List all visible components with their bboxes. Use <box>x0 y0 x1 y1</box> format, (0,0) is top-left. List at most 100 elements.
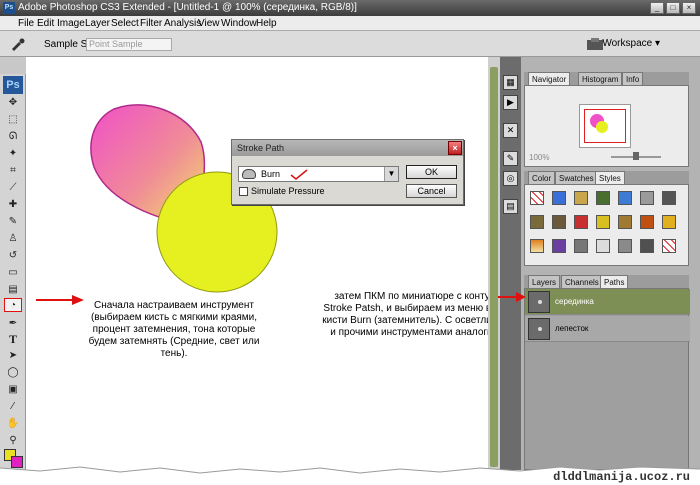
bridge-icon[interactable] <box>586 37 604 51</box>
navigator-view-box[interactable] <box>584 109 626 143</box>
path-thumbnail[interactable] <box>528 291 550 313</box>
menu-layer[interactable]: Layer <box>85 17 110 30</box>
tool-presets-icon[interactable]: ✕ <box>503 123 518 138</box>
document-canvas[interactable]: Сначала настраиваем инструмент (выбираем… <box>26 57 520 470</box>
sample-size-select[interactable]: Point Sample <box>86 38 172 51</box>
style-swatch[interactable] <box>530 239 544 253</box>
maximize-button[interactable]: □ <box>666 2 680 14</box>
navigator-zoom[interactable]: 100% <box>529 153 549 162</box>
style-swatch[interactable] <box>574 191 588 205</box>
menu-filter[interactable]: Filter <box>140 17 162 30</box>
crop-tool-icon[interactable]: ⌗ <box>6 164 20 178</box>
menu-analysis[interactable]: Analysis <box>164 17 201 30</box>
slice-tool-icon[interactable]: ⟋ <box>6 181 20 195</box>
notes-tool-icon[interactable]: ▣ <box>6 383 20 397</box>
tab-color[interactable]: Color <box>528 171 556 184</box>
history-panel-icon[interactable]: ▦ <box>503 75 518 90</box>
vertical-scrollbar[interactable] <box>488 57 500 470</box>
ok-button[interactable]: OK <box>406 165 457 179</box>
tab-swatches[interactable]: Swatches <box>555 171 598 184</box>
menu-window[interactable]: Window <box>221 17 257 30</box>
style-swatch[interactable] <box>640 239 654 253</box>
style-swatch[interactable] <box>530 191 544 205</box>
style-swatch[interactable] <box>574 239 588 253</box>
navigator-thumbnail[interactable] <box>579 104 631 148</box>
workspace-button[interactable]: Workspace ▾ <box>602 38 660 49</box>
hand-tool-icon[interactable]: ✋ <box>6 417 20 431</box>
tab-info[interactable]: Info <box>622 72 644 85</box>
eyedropper-tool-icon[interactable]: ⁄ <box>6 400 20 414</box>
type-tool-icon[interactable]: T <box>6 332 20 346</box>
tab-styles[interactable]: Styles <box>595 171 625 184</box>
brushes-panel-icon[interactable]: ✎ <box>503 151 518 166</box>
style-swatch[interactable] <box>618 191 632 205</box>
menu-view[interactable]: View <box>198 17 220 30</box>
path-select-tool-icon[interactable]: ➤ <box>6 349 20 363</box>
style-swatch[interactable] <box>530 215 544 229</box>
path-row[interactable]: лепесток <box>525 316 690 342</box>
clone-source-icon[interactable]: ◎ <box>503 171 518 186</box>
photoshop-window: Ps Adobe Photoshop CS3 Extended - [Untit… <box>0 0 700 470</box>
shape-tool-icon[interactable]: ◯ <box>6 366 20 380</box>
style-swatch[interactable] <box>640 191 654 205</box>
actions-panel-icon[interactable]: ▶ <box>503 95 518 110</box>
burn-tool-icon[interactable]: ◔ <box>4 298 22 312</box>
stamp-tool-icon[interactable]: ♙ <box>6 232 20 246</box>
gradient-tool-icon[interactable]: ▤ <box>6 283 20 297</box>
style-swatch[interactable] <box>662 191 676 205</box>
magic-wand-tool-icon[interactable]: ✦ <box>6 147 20 161</box>
path-row-selected[interactable]: серединка <box>525 289 690 315</box>
brush-tool-icon[interactable]: ✎ <box>6 215 20 229</box>
menu-select[interactable]: Select <box>111 17 139 30</box>
burn-icon <box>242 169 256 179</box>
cancel-button[interactable]: Cancel <box>406 184 457 198</box>
eraser-tool-icon[interactable]: ▭ <box>6 266 20 280</box>
menu-bar: File Edit Image Layer Select Filter Anal… <box>0 16 700 31</box>
history-brush-tool-icon[interactable]: ↺ <box>6 249 20 263</box>
style-swatch[interactable] <box>596 191 610 205</box>
ps-logo: Ps <box>3 76 23 94</box>
navigator-panel: 100% <box>524 85 689 167</box>
style-swatch[interactable] <box>618 239 632 253</box>
simulate-pressure-checkbox[interactable] <box>239 187 248 196</box>
style-swatch[interactable] <box>662 215 676 229</box>
style-swatch[interactable] <box>596 215 610 229</box>
move-tool-icon[interactable]: ✥ <box>6 96 20 110</box>
dialog-close-button[interactable]: × <box>448 141 462 155</box>
eyedropper-icon[interactable] <box>10 37 26 51</box>
style-swatch[interactable] <box>552 239 566 253</box>
zoom-slider-thumb[interactable] <box>633 152 639 160</box>
close-button[interactable]: × <box>682 2 696 14</box>
checkmark-icon <box>290 169 308 181</box>
healing-tool-icon[interactable]: ✚ <box>6 198 20 212</box>
simulate-pressure-label: Simulate Pressure <box>251 186 325 196</box>
menu-edit[interactable]: Edit <box>37 17 54 30</box>
zoom-tool-icon[interactable]: ⚲ <box>6 434 20 448</box>
style-swatch[interactable] <box>574 215 588 229</box>
tool-select[interactable]: Burn ▼ <box>238 166 399 182</box>
style-swatch[interactable] <box>640 215 654 229</box>
menu-image[interactable]: Image <box>57 17 85 30</box>
paths-tabs: Layers Channels Paths <box>524 275 689 288</box>
tab-paths[interactable]: Paths <box>600 275 629 288</box>
pen-tool-icon[interactable]: ✒ <box>6 317 20 331</box>
chevron-down-icon[interactable]: ▼ <box>384 167 398 181</box>
menu-file[interactable]: File <box>18 17 34 30</box>
style-swatch[interactable] <box>552 215 566 229</box>
path-thumbnail[interactable] <box>528 318 550 340</box>
style-swatch[interactable] <box>552 191 566 205</box>
paths-panel: серединка лепесток <box>524 288 690 470</box>
tab-layers[interactable]: Layers <box>528 275 561 288</box>
style-swatch[interactable] <box>662 239 676 253</box>
tab-histogram[interactable]: Histogram <box>578 72 623 85</box>
menu-help[interactable]: Help <box>256 17 277 30</box>
lasso-tool-icon[interactable]: ᘏ <box>6 130 20 144</box>
style-swatch[interactable] <box>596 239 610 253</box>
marquee-tool-icon[interactable]: ⬚ <box>6 113 20 127</box>
minimize-button[interactable]: _ <box>650 2 664 14</box>
tab-navigator[interactable]: Navigator <box>528 72 571 85</box>
tab-channels[interactable]: Channels <box>561 275 603 288</box>
character-panel-icon[interactable]: ▤ <box>503 199 518 214</box>
scroll-thumb[interactable] <box>490 67 498 467</box>
style-swatch[interactable] <box>618 215 632 229</box>
